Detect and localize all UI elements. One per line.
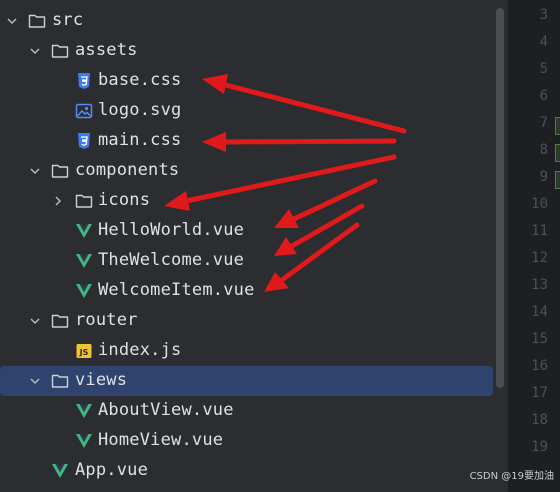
tree-file-aboutview-vue[interactable]: AboutView.vue	[0, 396, 508, 426]
line-number: 9	[539, 169, 548, 185]
line-number: 8	[539, 142, 548, 158]
tree-file-homeview-vue[interactable]: HomeView.vue	[0, 426, 508, 456]
editor-line-gutter: 3 4 5 6 7 8 9 10 11 12 13 14 15 16 17 18…	[508, 0, 560, 492]
css-file-icon	[75, 132, 93, 150]
folder-icon	[28, 12, 46, 30]
tree-folder-assets[interactable]: assets	[0, 36, 508, 66]
tree-file-app-vue[interactable]: App.vue	[0, 456, 508, 486]
watermark-text: CSDN @19要加油	[469, 471, 554, 482]
tree-label-logo-svg: logo.svg	[98, 100, 182, 120]
tree-label-index-js: index.js	[98, 340, 182, 360]
folder-icon	[51, 312, 69, 330]
chevron-down-icon[interactable]	[29, 314, 41, 328]
vue-file-icon	[75, 282, 93, 300]
vue-file-icon	[51, 462, 69, 480]
tree-label-base-css: base.css	[98, 70, 182, 90]
tree-label-icons: icons	[98, 190, 151, 210]
image-file-icon	[75, 102, 93, 120]
tree-file-main-css[interactable]: main.css	[0, 126, 508, 156]
tree-label-views: views	[75, 370, 128, 390]
tree-scrollbar[interactable]	[496, 8, 504, 388]
tree-label-thewelcome-vue: TheWelcome.vue	[98, 250, 245, 270]
vue-file-icon	[75, 432, 93, 450]
tree-file-base-css[interactable]: base.css	[0, 66, 508, 96]
tree-label-assets: assets	[75, 40, 138, 60]
line-number: 11	[531, 223, 548, 239]
line-number: 12	[531, 250, 548, 266]
vue-file-icon	[75, 252, 93, 270]
line-number: 13	[531, 277, 548, 293]
tree-file-helloworld-vue[interactable]: HelloWorld.vue	[0, 216, 508, 246]
vue-file-icon	[75, 222, 93, 240]
js-file-icon: JS	[76, 344, 92, 358]
line-number: 15	[531, 331, 548, 347]
js-badge-text: JS	[79, 348, 89, 357]
tree-label-router: router	[75, 310, 138, 330]
line-number: 4	[539, 34, 548, 50]
tree-label-helloworld-vue: HelloWorld.vue	[98, 220, 245, 240]
chevron-down-icon[interactable]	[29, 44, 41, 58]
line-number: 19	[531, 439, 548, 455]
line-number: 7	[539, 115, 548, 131]
tree-folder-router[interactable]: router	[0, 306, 508, 336]
tree-label-aboutview-vue: AboutView.vue	[98, 400, 234, 420]
line-number: 6	[539, 88, 548, 104]
line-number: 10	[531, 196, 548, 212]
vcs-change-marker[interactable]	[555, 117, 560, 135]
chevron-down-icon[interactable]	[29, 164, 41, 178]
tree-label-main-css: main.css	[98, 130, 182, 150]
tree-file-thewelcome-vue[interactable]: TheWelcome.vue	[0, 246, 508, 276]
folder-icon	[51, 372, 69, 390]
tree-label-components: components	[75, 160, 180, 180]
tree-folder-icons[interactable]: icons	[0, 186, 508, 216]
vue-file-icon	[75, 402, 93, 420]
css-file-icon	[75, 72, 93, 90]
folder-icon	[51, 162, 69, 180]
tree-file-index-js[interactable]: JS index.js	[0, 336, 508, 366]
tree-folder-src[interactable]: src	[0, 6, 508, 36]
chevron-right-icon[interactable]	[52, 194, 64, 208]
tree-label-welcomeitem-vue: WelcomeItem.vue	[98, 280, 255, 300]
chevron-down-icon[interactable]	[6, 14, 18, 28]
vcs-change-marker[interactable]	[555, 171, 560, 189]
line-number: 3	[539, 7, 548, 23]
folder-icon	[51, 42, 69, 60]
tree-file-logo-svg[interactable]: logo.svg	[0, 96, 508, 126]
vcs-change-marker[interactable]	[555, 144, 560, 162]
tree-file-welcomeitem-vue[interactable]: WelcomeItem.vue	[0, 276, 508, 306]
line-number: 14	[531, 304, 548, 320]
line-number: 18	[531, 412, 548, 428]
project-tree: src assets base.css logo.svg main.css co…	[0, 0, 508, 492]
tree-folder-components[interactable]: components	[0, 156, 508, 186]
folder-icon	[75, 192, 93, 210]
tree-folder-views[interactable]: views	[0, 366, 493, 396]
tree-label-src: src	[52, 10, 84, 30]
line-number: 5	[539, 61, 548, 77]
line-number: 16	[531, 358, 548, 374]
line-number: 17	[531, 385, 548, 401]
tree-label-homeview-vue: HomeView.vue	[98, 430, 224, 450]
tree-label-app-vue: App.vue	[75, 460, 149, 480]
chevron-down-icon[interactable]	[29, 374, 41, 388]
